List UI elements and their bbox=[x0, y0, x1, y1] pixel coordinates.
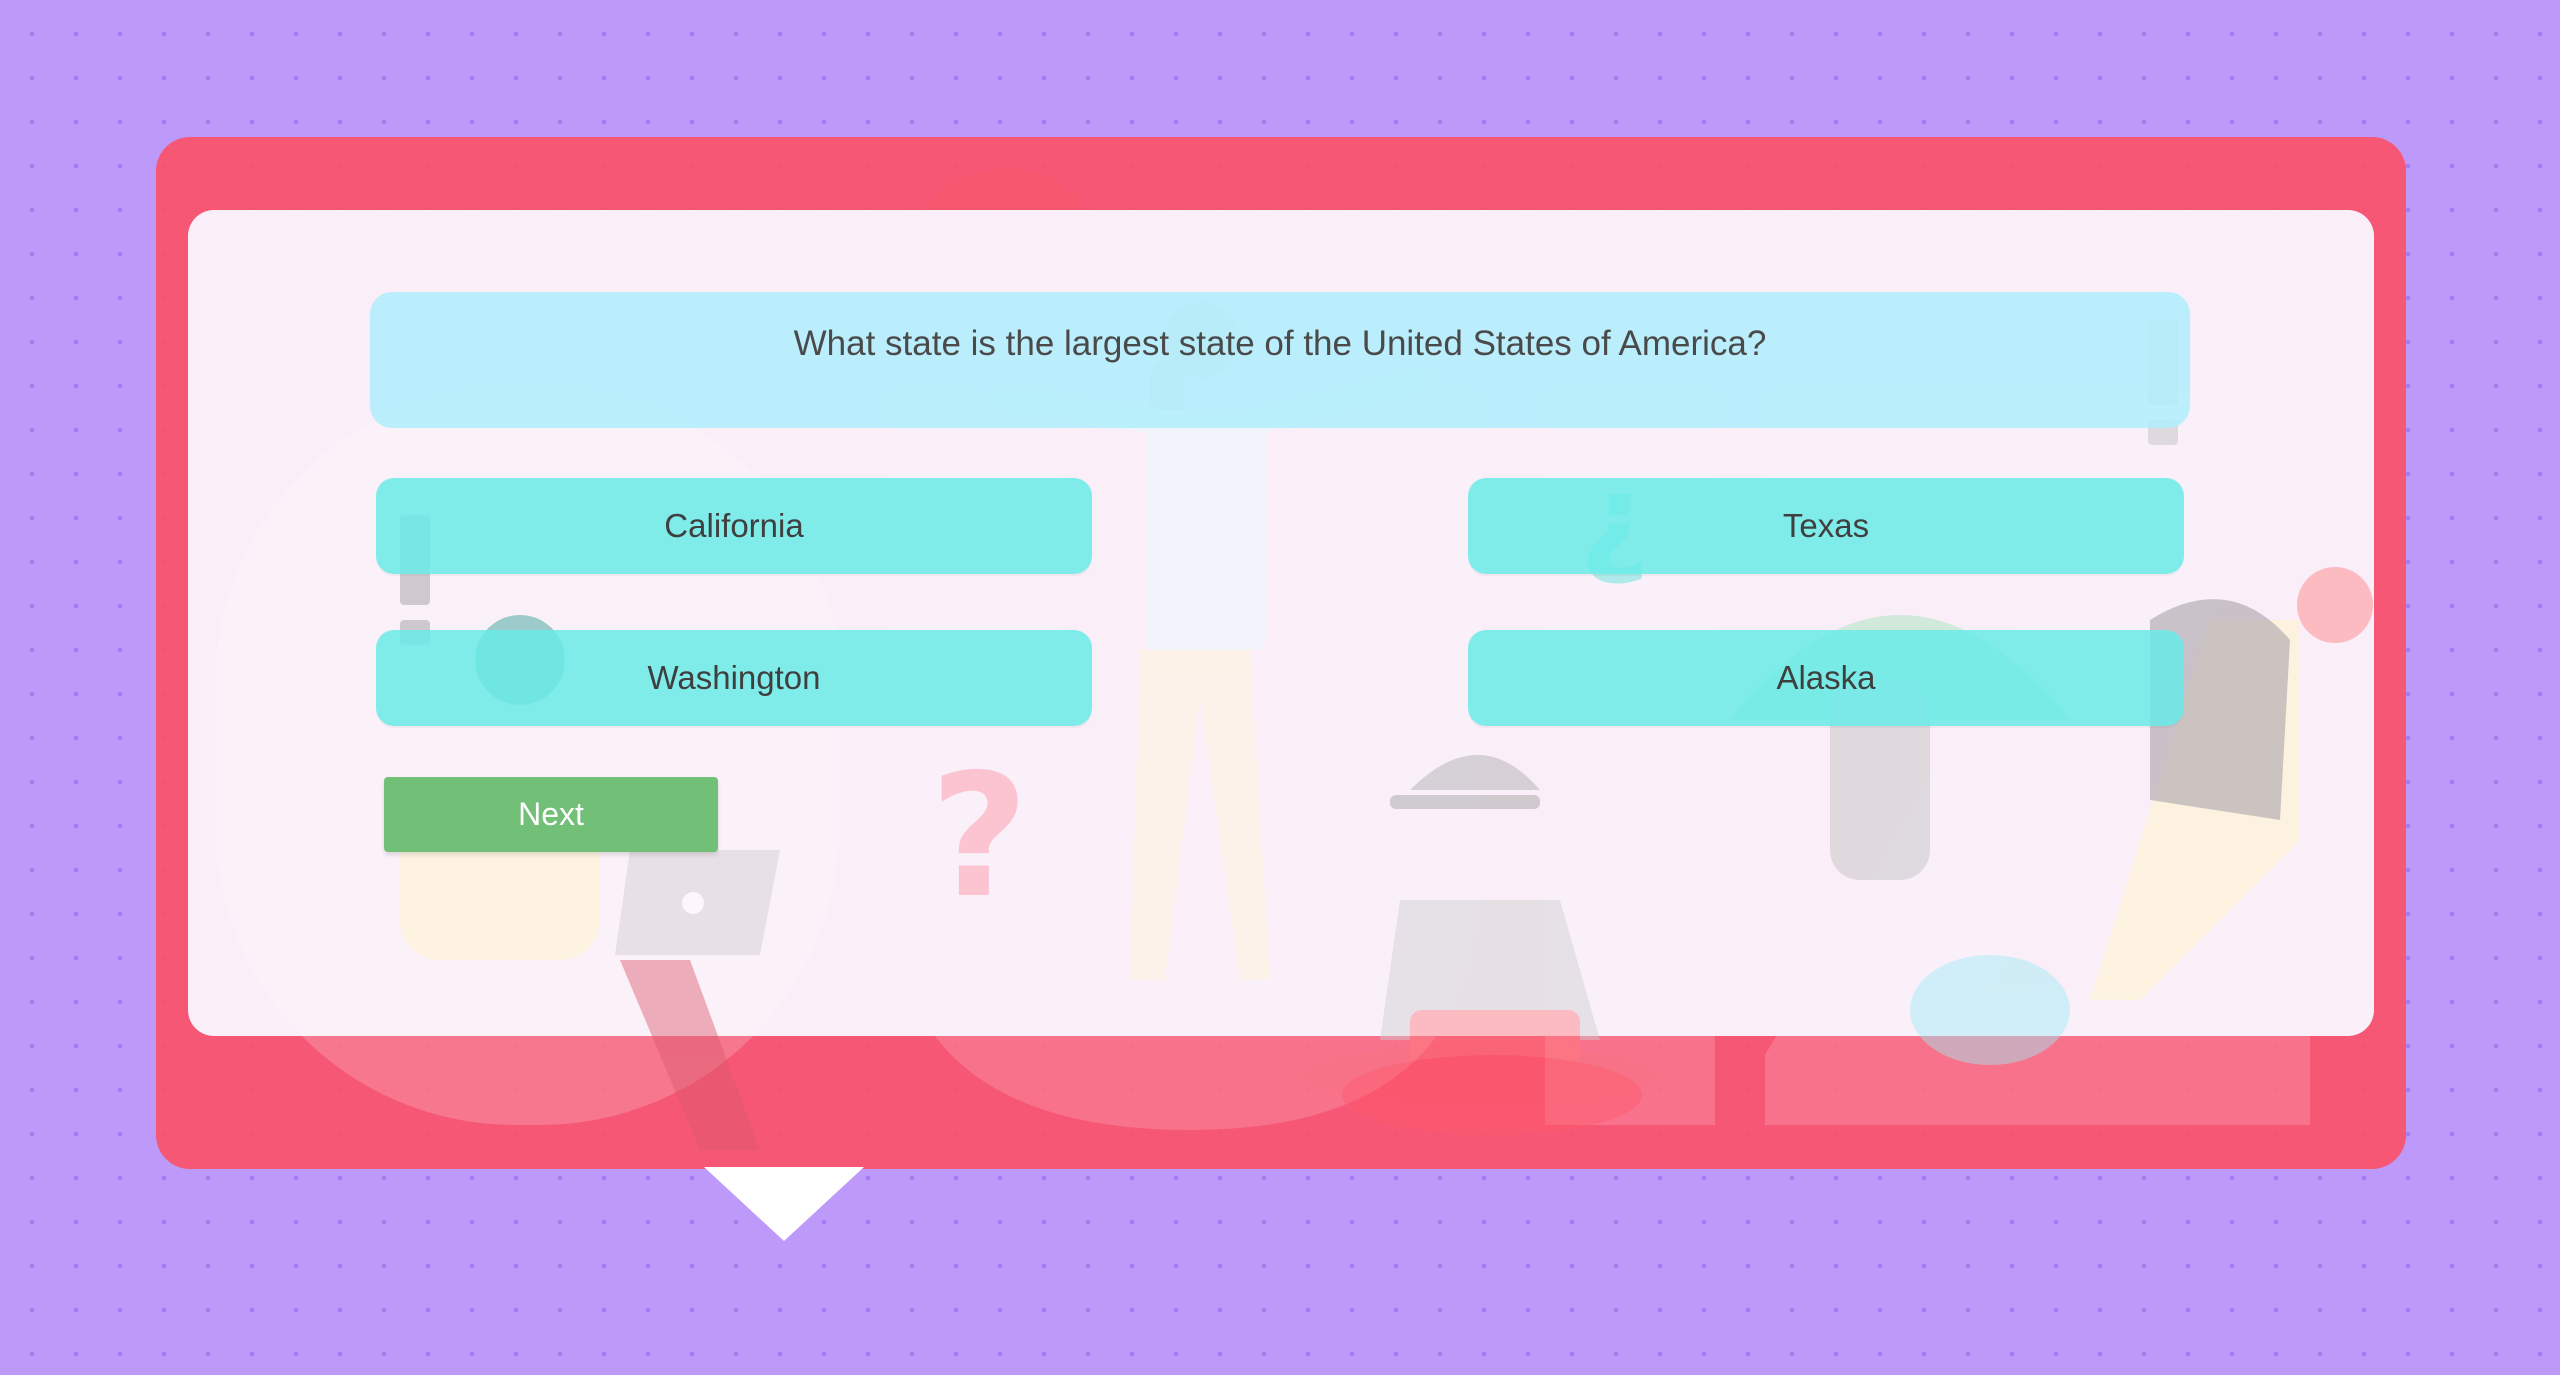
question-box: What state is the largest state of the U… bbox=[370, 292, 2190, 428]
answer-button-washington[interactable]: Washington bbox=[376, 630, 1092, 726]
speech-pointer bbox=[704, 1167, 864, 1241]
question-text: What state is the largest state of the U… bbox=[793, 324, 1767, 363]
answer-button-texas[interactable]: Texas bbox=[1468, 478, 2184, 574]
answer-button-alaska[interactable]: Alaska bbox=[1468, 630, 2184, 726]
answer-button-california[interactable]: California bbox=[376, 478, 1092, 574]
next-button[interactable]: Next bbox=[384, 777, 718, 852]
